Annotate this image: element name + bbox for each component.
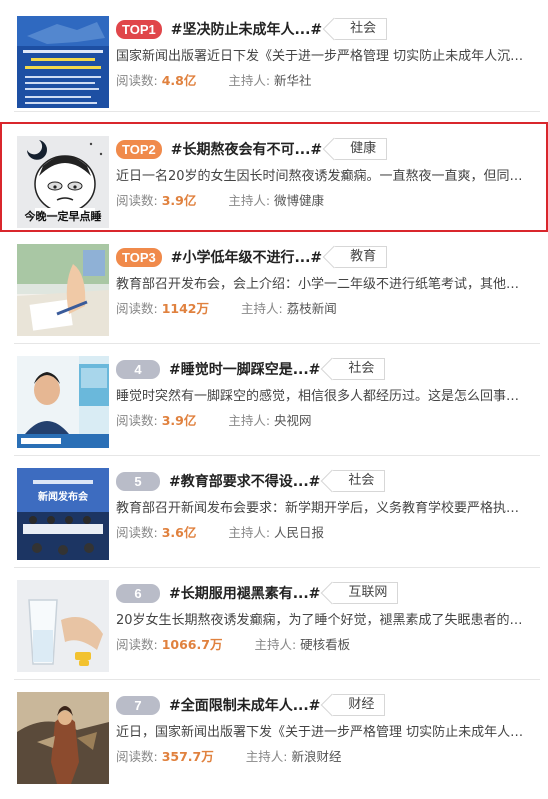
host-name[interactable]: 央视网 <box>274 413 312 428</box>
thumbnail-image: 今晚一定早点睡 <box>17 136 109 228</box>
category-tag[interactable]: 互联网 <box>332 582 399 604</box>
thumbnail-image <box>17 244 109 336</box>
host-name[interactable]: 微博健康 <box>274 193 324 208</box>
topic-meta: 阅读数: 1066.7万 主持人: 硬核看板 <box>116 634 350 653</box>
topic-title[interactable]: #坚决防止未成年人...# <box>171 19 322 39</box>
host-label: 主持人: <box>228 193 271 208</box>
host-label: 主持人: <box>228 73 271 88</box>
topic-title[interactable]: #长期熬夜会有不可...# <box>171 139 322 159</box>
rank-badge: TOP2 <box>116 139 162 159</box>
list-item[interactable]: 6 #长期服用褪黑素有...# 互联网 20岁女生长期熬夜诱发癫痫，为了睡个好觉… <box>0 568 548 680</box>
list-item[interactable]: 4 #睡觉时一脚踩空是...# 社会 睡觉时突然有一脚踩空的感觉，相信很多人都经… <box>0 344 548 456</box>
list-item[interactable]: 7 #全面限制未成年人...# 财经 近日，国家新闻出版署下发《关于进一步严格管… <box>0 680 548 799</box>
reads-label: 阅读数: <box>116 193 158 208</box>
category-tag[interactable]: 财经 <box>332 694 386 716</box>
topic-description: 教育部召开新闻发布会要求：新学期开学后，义务教育学校要严格执行均... <box>116 501 526 516</box>
read-count: 357.7万 <box>161 749 214 764</box>
list-item[interactable]: TOP1 #坚决防止未成年人...# 社会 国家新闻出版署近日下发《关于进一步严… <box>0 0 548 112</box>
hot-topic-list: TOP1 #坚决防止未成年人...# 社会 国家新闻出版署近日下发《关于进一步严… <box>0 0 548 799</box>
category-tag[interactable]: 社会 <box>332 470 386 492</box>
read-count: 1142万 <box>161 301 209 316</box>
rank-badge: TOP1 <box>116 19 162 39</box>
reads-label: 阅读数: <box>116 73 158 88</box>
topic-meta: 阅读数: 3.9亿 主持人: 央视网 <box>116 410 312 429</box>
rank-badge: TOP3 <box>116 247 162 267</box>
topic-meta: 阅读数: 4.8亿 主持人: 新华社 <box>116 70 312 89</box>
reads-label: 阅读数: <box>116 301 158 316</box>
topic-meta: 阅读数: 3.6亿 主持人: 人民日报 <box>116 522 324 541</box>
thumbnail-image <box>17 580 109 672</box>
topic-description: 20岁女生长期熬夜诱发癫痫，为了睡个好觉，褪黑素成了失眠患者的"救命... <box>116 613 526 628</box>
list-item-highlighted[interactable]: 今晚一定早点睡 TOP2 #长期熬夜会有不可...# 健康 近日一名20岁的女生… <box>0 122 548 232</box>
topic-title[interactable]: #教育部要求不得设...# <box>169 471 320 491</box>
host-label: 主持人: <box>228 525 271 540</box>
category-tag[interactable]: 社会 <box>334 18 388 40</box>
rank-badge: 7 <box>116 695 160 715</box>
reads-label: 阅读数: <box>116 637 158 652</box>
category-tag[interactable]: 健康 <box>334 138 388 160</box>
topic-meta: 阅读数: 357.7万 主持人: 新浪财经 <box>116 746 341 765</box>
reads-label: 阅读数: <box>116 525 158 540</box>
host-name[interactable]: 荔枝新闻 <box>287 301 337 316</box>
host-label: 主持人: <box>245 749 288 764</box>
thumbnail-image <box>17 692 109 784</box>
host-label: 主持人: <box>228 413 271 428</box>
topic-meta: 阅读数: 3.9亿 主持人: 微博健康 <box>116 190 324 209</box>
thumbnail-image <box>17 356 109 448</box>
host-label: 主持人: <box>254 637 297 652</box>
thumbnail-caption: 今晚一定早点睡 <box>24 209 102 223</box>
topic-title[interactable]: #小学低年级不进行...# <box>171 247 322 267</box>
rank-badge: 4 <box>116 359 160 379</box>
divider <box>14 111 540 112</box>
category-tag[interactable]: 社会 <box>332 358 386 380</box>
category-tag[interactable]: 教育 <box>334 246 388 268</box>
read-count: 3.9亿 <box>161 413 197 428</box>
topic-description: 近日，国家新闻出版署下发《关于进一步严格管理 切实防止未成年人沉迷... <box>116 725 526 740</box>
host-name[interactable]: 新华社 <box>274 73 312 88</box>
read-count: 4.8亿 <box>161 73 197 88</box>
topic-description: 睡觉时突然有一脚踩空的感觉，相信很多人都经历过。这是怎么回事呢？ <box>116 389 526 404</box>
read-count: 1066.7万 <box>161 637 223 652</box>
list-item[interactable]: 新闻发布会 5 #教育部要求不得设...# 社会 教育部召开新闻发布会要求：新学… <box>0 456 548 568</box>
rank-badge: 5 <box>116 471 160 491</box>
read-count: 3.9亿 <box>161 193 197 208</box>
host-label: 主持人: <box>240 301 283 316</box>
read-count: 3.6亿 <box>161 525 197 540</box>
host-name[interactable]: 人民日报 <box>274 525 324 540</box>
host-name[interactable]: 硬核看板 <box>300 637 350 652</box>
reads-label: 阅读数: <box>116 413 158 428</box>
host-name[interactable]: 新浪财经 <box>291 749 341 764</box>
thumbnail-image <box>17 16 109 108</box>
reads-label: 阅读数: <box>116 749 158 764</box>
topic-meta: 阅读数: 1142万 主持人: 荔枝新闻 <box>116 298 337 317</box>
thumbnail-image: 新闻发布会 <box>17 468 109 560</box>
topic-title[interactable]: #长期服用褪黑素有...# <box>169 583 320 603</box>
rank-badge: 6 <box>116 583 160 603</box>
list-item[interactable]: TOP3 #小学低年级不进行...# 教育 教育部召开发布会，会上介绍：小学一二… <box>0 232 548 344</box>
topic-description: 近日一名20岁的女生因长时间熬夜诱发癫痫。一直熬夜一直爽，但同时也... <box>116 169 526 184</box>
thumbnail-caption: 新闻发布会 <box>38 490 88 503</box>
topic-title[interactable]: #睡觉时一脚踩空是...# <box>169 359 320 379</box>
topic-title[interactable]: #全面限制未成年人...# <box>169 695 320 715</box>
topic-description: 教育部召开发布会，会上介绍：小学一二年级不进行纸笔考试，其他年级... <box>116 277 526 292</box>
topic-description: 国家新闻出版署近日下发《关于进一步严格管理 切实防止未成年人沉迷网... <box>116 49 526 64</box>
